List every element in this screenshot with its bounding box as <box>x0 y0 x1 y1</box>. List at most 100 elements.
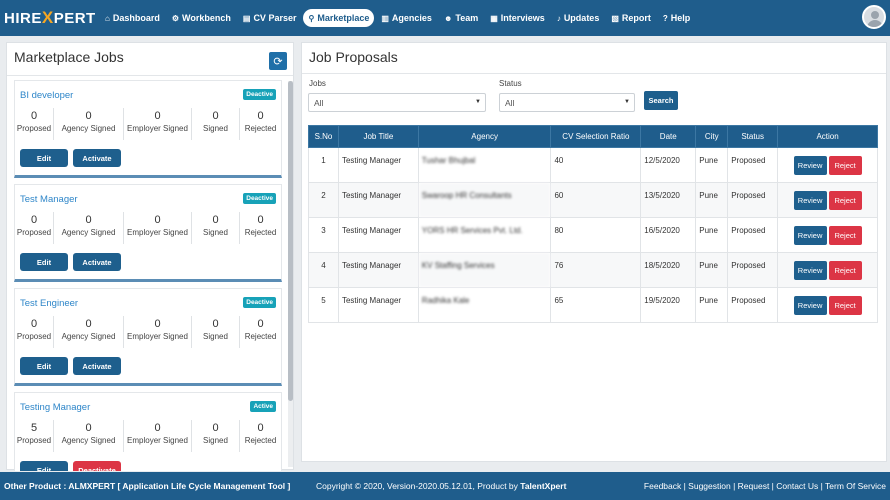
stat-value: 0 <box>257 422 264 434</box>
job-name-link[interactable]: Test Manager <box>20 194 78 205</box>
job-name-link[interactable]: Test Engineer <box>20 298 78 309</box>
nav-item-help[interactable]: ? Help <box>658 9 695 27</box>
cell-city: Pune <box>695 252 729 288</box>
stat-label: Signed <box>203 332 228 341</box>
proposals-table: S.No Job Title Agency CV Selection Ratio Dat… <box>308 125 878 323</box>
cell-date: 13/5/2020 <box>640 182 697 218</box>
edit-button[interactable]: Edit <box>20 461 68 471</box>
stat-label: Signed <box>203 124 228 133</box>
column-header-city: City <box>695 125 729 148</box>
column-header-action: Action <box>777 125 878 148</box>
reject-button[interactable]: Reject <box>828 156 862 175</box>
table-row: 2 Testing Manager Swaroop HR Consultants 60… <box>308 182 878 218</box>
job-name-link[interactable]: Testing Manager <box>20 402 90 413</box>
nav-item-report[interactable]: ▧ Report <box>606 9 656 27</box>
job-stats: 0 Proposed 0 Agency Signed 0 Employer Signed 0… <box>15 212 281 244</box>
cell-job-title: Testing Manager <box>337 287 419 323</box>
jobs-select[interactable]: All ▼ <box>308 93 486 112</box>
user-avatar[interactable] <box>862 5 886 29</box>
cell-cv-ratio: 65 <box>550 287 642 323</box>
cell-cv-ratio: 76 <box>550 252 642 288</box>
review-button[interactable]: Review <box>793 226 827 245</box>
stat-rejected: 0 Rejected <box>240 108 281 140</box>
report-icon: ▧ <box>611 13 619 23</box>
activate-button[interactable]: Activate <box>73 357 121 375</box>
bell-icon: ♪ <box>556 13 561 23</box>
review-button[interactable]: Review <box>793 191 827 210</box>
reject-button[interactable]: Reject <box>828 191 862 210</box>
edit-button[interactable]: Edit <box>20 149 68 167</box>
stat-value: 0 <box>154 110 161 122</box>
reject-button[interactable]: Reject <box>828 261 862 280</box>
activate-button[interactable]: Activate <box>73 149 121 167</box>
app-logo[interactable]: HIRE X PERT <box>0 0 95 36</box>
nav-item-team[interactable]: ☻ Team <box>439 9 483 27</box>
column-header-agency: Agency <box>417 125 552 148</box>
stat-value: 0 <box>30 214 38 226</box>
status-badge: Deactive <box>243 193 276 204</box>
cell-city: Pune <box>695 287 729 323</box>
nav-item-interviews[interactable]: ▦ Interviews <box>485 9 550 27</box>
marketplace-jobs-panel: Marketplace Jobs ⟳ BI developer Deactive 0… <box>6 42 294 471</box>
nav-item-marketplace[interactable]: ⚲ Marketplace <box>303 9 375 27</box>
status-select[interactable]: All ▼ <box>499 93 635 112</box>
scrollbar-thumb[interactable] <box>288 81 293 401</box>
edit-button[interactable]: Edit <box>20 253 68 271</box>
stat-proposed: 5 Proposed <box>15 420 54 452</box>
stat-label: Agency Signed <box>61 124 116 133</box>
activate-button[interactable]: Activate <box>73 253 121 271</box>
other-product-link[interactable]: Other Product : ALMXPERT [ Application L… <box>4 481 290 491</box>
table-row: 1 Testing Manager Tushar Bhujbal 40 12/5/202… <box>308 147 878 183</box>
cell-agency: YORS HR Services Pvt. Ltd. <box>417 217 552 253</box>
refresh-button[interactable]: ⟳ <box>269 52 287 70</box>
stat-proposed: 0 Proposed <box>15 212 54 244</box>
status-select-value: All <box>505 97 515 108</box>
reject-button[interactable]: Reject <box>828 296 862 315</box>
nav-item-label: CV Parser <box>253 13 297 23</box>
logo-text-x: X <box>41 8 54 27</box>
stat-label: Rejected <box>244 228 277 237</box>
job-name-link[interactable]: BI developer <box>20 90 73 101</box>
cell-action: Review Reject <box>777 287 878 323</box>
footer-links[interactable]: Feedback | Suggestion | Request | Contac… <box>644 481 886 491</box>
cell-job-title: Testing Manager <box>337 252 419 288</box>
stat-label: Agency Signed <box>61 332 116 341</box>
edit-button[interactable]: Edit <box>20 357 68 375</box>
reject-button[interactable]: Reject <box>828 226 862 245</box>
stat-value: 0 <box>154 422 161 434</box>
cell-sno: 2 <box>308 182 339 218</box>
cell-city: Pune <box>695 182 729 218</box>
column-header-date: Date <box>640 125 697 148</box>
chevron-down-icon: ▼ <box>624 99 630 105</box>
users-icon: ☻ <box>443 13 453 23</box>
stat-value: 0 <box>85 110 92 122</box>
stat-label: Agency Signed <box>61 228 116 237</box>
job-proposals-panel: Job Proposals Jobs All ▼ Status All ▼ Se… <box>301 42 887 462</box>
cell-date: 18/5/2020 <box>640 252 697 288</box>
panel-divider <box>302 73 886 74</box>
deactivate-button[interactable]: Deactivate <box>73 461 121 471</box>
nav-item-cv-parser[interactable]: ▤ CV Parser <box>238 9 302 27</box>
scrollbar[interactable] <box>288 81 293 467</box>
calendar-icon: ▦ <box>490 13 498 23</box>
main-nav: ⌂ Dashboard ⚙ Workbench ▤ CV Parser ⚲ Marketpla… <box>100 9 695 27</box>
review-button[interactable]: Review <box>793 296 827 315</box>
nav-item-updates[interactable]: ♪ Updates <box>552 9 605 27</box>
copyright-text: Copyright © 2020, Version-2020.05.12.01,… <box>316 481 566 491</box>
search-button[interactable]: Search <box>644 91 678 110</box>
nav-item-workbench[interactable]: ⚙ Workbench <box>167 9 236 27</box>
stat-value: 0 <box>212 422 219 434</box>
stat-label: Signed <box>203 436 228 445</box>
refresh-icon: ⟳ <box>273 55 283 68</box>
review-button[interactable]: Review <box>793 156 827 175</box>
nav-item-agencies[interactable]: ▥ Agencies <box>376 9 437 27</box>
brand-name[interactable]: TalentXpert <box>520 481 566 491</box>
nav-item-dashboard[interactable]: ⌂ Dashboard <box>100 9 165 27</box>
cell-agency: Radhika Kale <box>417 287 552 323</box>
nav-item-label: Workbench <box>182 13 231 23</box>
stat-signed: 0 Signed <box>192 420 240 452</box>
review-button[interactable]: Review <box>793 261 827 280</box>
cell-cv-ratio: 80 <box>550 217 642 253</box>
stat-rejected: 0 Rejected <box>240 316 281 348</box>
nav-item-label: Team <box>455 13 479 23</box>
